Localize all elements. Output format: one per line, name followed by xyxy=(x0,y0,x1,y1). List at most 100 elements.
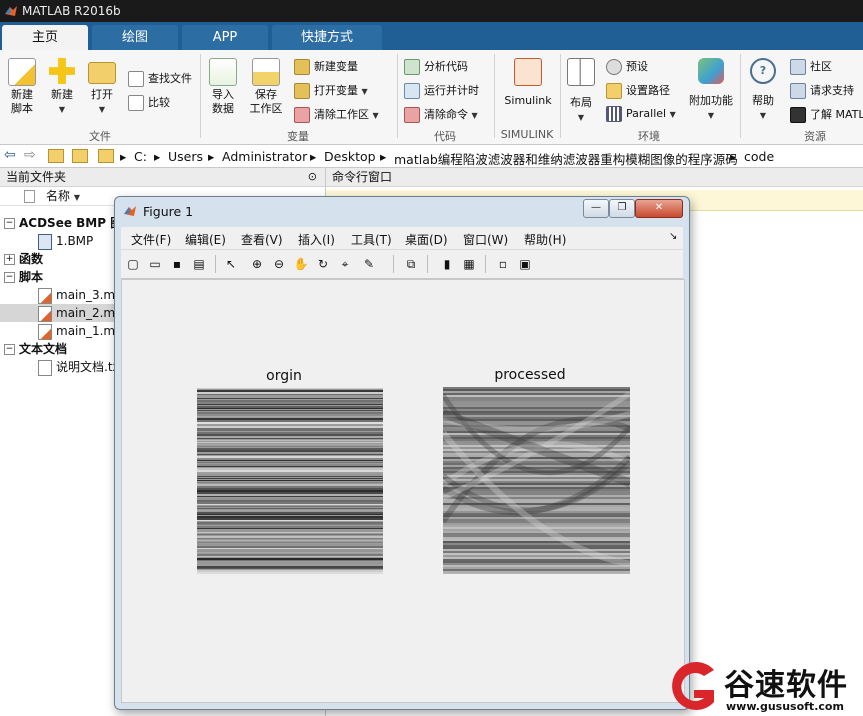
dock-arrow-icon[interactable]: ↘ xyxy=(669,231,677,242)
pan-icon[interactable]: ✋ xyxy=(293,256,309,272)
collapse-icon[interactable]: − xyxy=(4,272,15,283)
learn-icon xyxy=(790,107,806,123)
close-button[interactable]: ✕ xyxy=(635,199,683,218)
new-script-icon xyxy=(8,58,36,86)
open-button[interactable]: 打开 ▼ xyxy=(84,58,120,115)
learn-matlab-button[interactable]: 了解 MATL xyxy=(790,106,863,123)
colorbar-icon[interactable]: ▮ xyxy=(439,256,455,272)
new-button[interactable]: 新建 ▼ xyxy=(44,58,80,115)
data-cursor-icon[interactable]: ⌖ xyxy=(337,256,353,272)
watermark: 谷速软件 www.gususoft.com xyxy=(662,656,863,716)
parallel-icon xyxy=(606,106,622,122)
new-script-button[interactable]: 新建 脚本 xyxy=(4,58,40,116)
save-workspace-button[interactable]: 保存 工作区 xyxy=(246,58,286,116)
collapse-icon[interactable]: − xyxy=(4,218,15,229)
group-label-simulink: SIMULINK xyxy=(500,128,554,141)
back-icon[interactable]: ⇦ xyxy=(4,147,16,163)
toolbar-separator xyxy=(393,255,394,273)
figure-toolbar: ▢ ▭ ▪ ▤ ↖ ⊕ ⊖ ✋ ↻ ⌖ ✎ ⧉ ▮ ▦ ▫ ▣ xyxy=(121,249,683,279)
name-column-label: 名称 xyxy=(46,189,71,203)
tab-plots[interactable]: 绘图 xyxy=(92,25,178,50)
forward-icon[interactable]: ⇨ xyxy=(24,147,36,163)
expand-icon[interactable]: + xyxy=(4,254,15,265)
tree-file-label: main_2.m xyxy=(56,306,116,320)
legend-icon[interactable]: ▦ xyxy=(461,256,477,272)
pointer-icon[interactable]: ↖ xyxy=(223,256,239,272)
help-button[interactable]: ? 帮助 ▼ xyxy=(746,58,780,121)
zoom-in-icon[interactable]: ⊕ xyxy=(249,256,265,272)
breadcrumb-project[interactable]: matlab编程陷波滤波器和维纳滤波器重构模糊图像的程序源码 xyxy=(394,149,738,168)
breadcrumb-code[interactable]: code xyxy=(744,149,774,164)
run-and-time-icon xyxy=(404,83,420,99)
layout-button[interactable]: 布局 ▼ xyxy=(564,58,598,123)
import-data-label: 导入 数据 xyxy=(212,88,234,115)
figure-menu-bar: 文件(F) 编辑(E) 查看(V) 插入(I) 工具(T) 桌面(D) 窗口(W… xyxy=(121,227,683,249)
layout-icon xyxy=(567,58,595,86)
import-data-button[interactable]: 导入 数据 xyxy=(206,58,240,116)
menu-file[interactable]: 文件(F) xyxy=(131,231,171,248)
add-ons-button[interactable]: 附加功能 ▼ xyxy=(686,58,736,121)
show-plot-tools-icon[interactable]: ▣ xyxy=(517,256,533,272)
menu-desktop[interactable]: 桌面(D) xyxy=(405,231,448,248)
simulink-label: Simulink xyxy=(504,94,552,107)
rotate-icon[interactable]: ↻ xyxy=(315,256,331,272)
ribbon-separator xyxy=(560,54,561,138)
compare-icon xyxy=(128,95,144,111)
save-icon[interactable]: ▪ xyxy=(169,256,185,272)
open-icon[interactable]: ▭ xyxy=(147,256,163,272)
link-icon[interactable]: ⧉ xyxy=(403,256,419,272)
breadcrumb-sep: ▸ xyxy=(380,149,387,164)
figure-canvas: orgin processed xyxy=(121,279,685,703)
set-path-label: 设置路径 xyxy=(626,84,670,97)
simulink-button[interactable]: Simulink xyxy=(500,58,556,107)
matlab-title-bar: MATLAB R2016b xyxy=(0,0,863,22)
set-path-button[interactable]: 设置路径 xyxy=(606,82,670,99)
minimize-button[interactable]: — xyxy=(583,199,609,218)
hide-plot-tools-icon[interactable]: ▫ xyxy=(495,256,511,272)
panel-menu-icon[interactable]: ⊙ xyxy=(308,168,317,186)
menu-help[interactable]: 帮助(H) xyxy=(524,231,566,248)
clear-workspace-button[interactable]: 清除工作区 ▼ xyxy=(294,106,379,123)
menu-insert[interactable]: 插入(I) xyxy=(298,231,335,248)
breadcrumb-users[interactable]: Users xyxy=(168,149,203,164)
compare-button[interactable]: 比较 xyxy=(128,94,170,111)
request-support-label: 请求支持 xyxy=(810,84,854,97)
menu-view[interactable]: 查看(V) xyxy=(241,231,283,248)
preferences-button[interactable]: 预设 xyxy=(606,58,648,75)
app-title: MATLAB R2016b xyxy=(22,4,121,18)
tree-group-label: 文本文档 xyxy=(19,342,68,356)
tree-file-label: main_1.m xyxy=(56,324,116,338)
parallel-button[interactable]: Parallel ▼ xyxy=(606,106,676,122)
new-figure-icon[interactable]: ▢ xyxy=(125,256,141,272)
run-and-time-button[interactable]: 运行并计时 xyxy=(404,82,479,99)
support-icon xyxy=(790,83,806,99)
maximize-button[interactable]: ❐ xyxy=(609,199,635,218)
brush-icon[interactable]: ✎ xyxy=(361,256,377,272)
tab-shortcuts[interactable]: 快捷方式 xyxy=(272,25,382,50)
menu-window[interactable]: 窗口(W) xyxy=(463,231,508,248)
chevron-down-icon: ▼ xyxy=(471,111,478,120)
menu-tools[interactable]: 工具(T) xyxy=(351,231,392,248)
breadcrumb-desktop[interactable]: Desktop xyxy=(324,149,376,164)
tab-apps[interactable]: APP xyxy=(182,25,268,50)
browse-folder-icon[interactable] xyxy=(72,149,88,163)
request-support-button[interactable]: 请求支持 xyxy=(790,82,854,99)
analyze-code-button[interactable]: 分析代码 xyxy=(404,58,468,75)
find-files-button[interactable]: 查找文件 xyxy=(128,70,192,87)
figure-title-bar[interactable]: Figure 1 — ❐ ✕ xyxy=(115,197,689,225)
zoom-out-icon[interactable]: ⊖ xyxy=(271,256,287,272)
open-variable-button[interactable]: 打开变量 ▼ xyxy=(294,82,368,99)
tab-home[interactable]: 主页 xyxy=(2,25,88,50)
up-folder-icon[interactable] xyxy=(48,149,64,163)
print-icon[interactable]: ▤ xyxy=(191,256,207,272)
community-icon xyxy=(790,59,806,75)
new-variable-button[interactable]: 新建变量 xyxy=(294,58,358,75)
collapse-icon[interactable]: − xyxy=(4,344,15,355)
menu-edit[interactable]: 编辑(E) xyxy=(185,231,226,248)
community-button[interactable]: 社区 xyxy=(790,58,832,75)
ribbon-separator xyxy=(200,54,201,138)
breadcrumb-c[interactable]: C: xyxy=(134,149,147,164)
breadcrumb-administrator[interactable]: Administrator xyxy=(222,149,307,164)
find-files-icon xyxy=(128,71,144,87)
clear-commands-button[interactable]: 清除命令 ▼ xyxy=(404,106,478,123)
